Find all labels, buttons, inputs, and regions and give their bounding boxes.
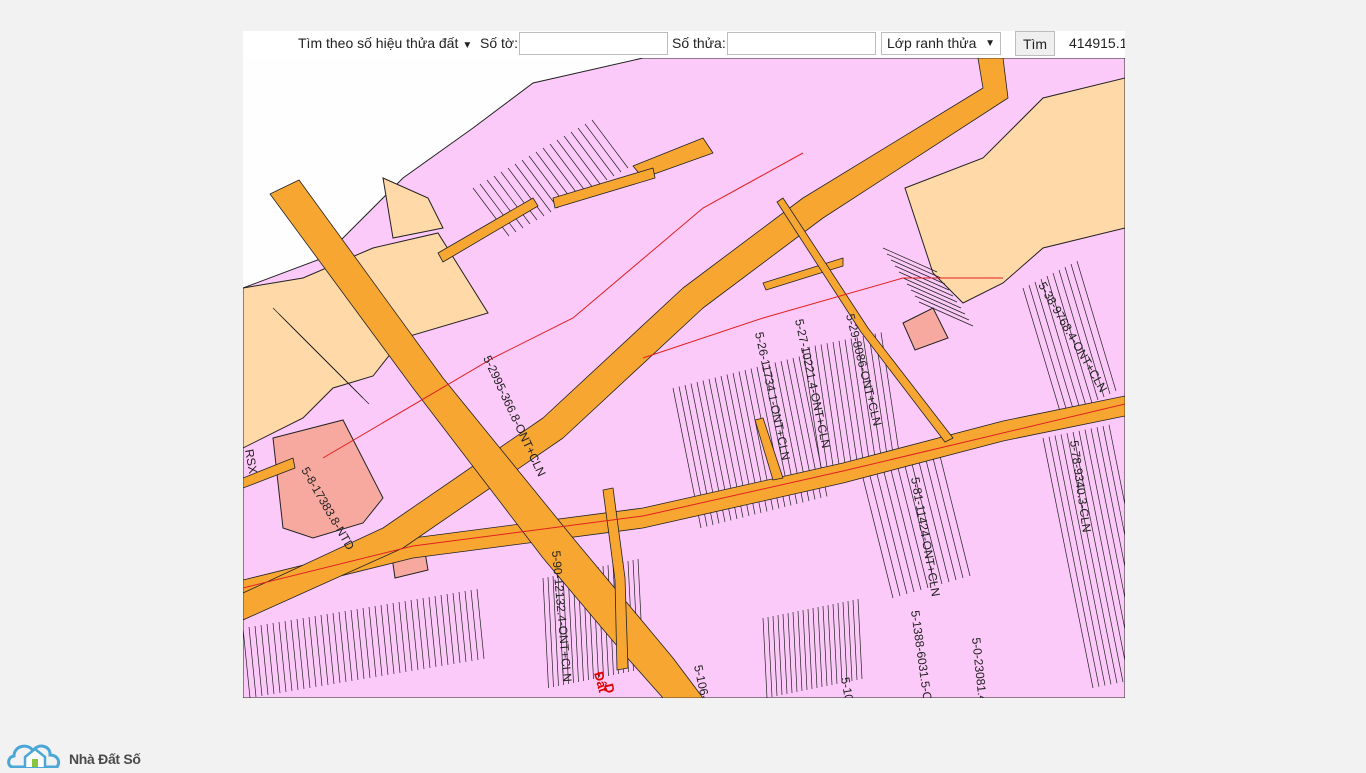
dropdown-arrow-icon: ▼ (462, 40, 473, 51)
parcel-number-input[interactable] (727, 32, 876, 55)
parcel-number-label: Số thửa: (672, 35, 726, 51)
coordinate-readout: 414915.1 (1069, 35, 1125, 51)
nha-dat-so-logo[interactable]: Nhà Đất Số (7, 733, 157, 769)
cadastral-map[interactable]: 5-8-17383.8-NTD5-2995-366.8-ONT+CLN 5-26-… (243, 58, 1125, 698)
map-panel: Tìm theo số hiệu thửa đất ▼ Số tờ: Số thử… (243, 31, 1125, 698)
sheet-number-input[interactable] (519, 32, 668, 55)
search-toolbar: Tìm theo số hiệu thửa đất ▼ Số tờ: Số thử… (243, 31, 1125, 58)
sheet-number-label: Số tờ: (480, 35, 518, 51)
layer-select-value: Lớp ranh thửa (887, 35, 977, 51)
search-mode-label: Tìm theo số hiệu thửa đất (298, 35, 459, 51)
search-button[interactable]: Tìm (1015, 31, 1055, 56)
logo-text: Nhà Đất Số (69, 751, 141, 767)
house-cloud-icon (7, 744, 61, 769)
layer-select[interactable]: Lớp ranh thửa ▼ (881, 32, 1001, 55)
search-mode-select[interactable]: Tìm theo số hiệu thửa đất ▼ (298, 31, 472, 56)
dropdown-arrow-icon: ▼ (985, 38, 995, 49)
